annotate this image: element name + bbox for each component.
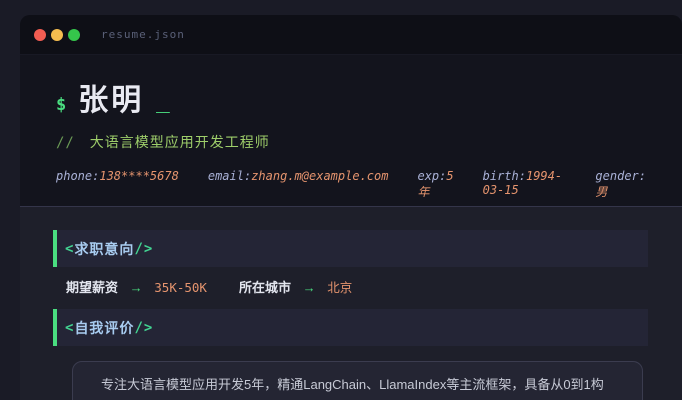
contact-item-exp: exp:5年: [417, 169, 453, 200]
intent-item-city: 所在城市 → 北京: [239, 277, 352, 296]
maximize-button[interactable]: [68, 29, 80, 41]
terminal-window: resume.json $ 张明 _ // 大语言模型应用开发工程师 phone…: [20, 15, 682, 400]
bracket-open: <: [65, 241, 74, 257]
intent-label: 期望薪资: [66, 280, 118, 295]
comment-prefix: //: [56, 135, 75, 151]
window-titlebar: resume.json: [20, 15, 682, 55]
name-row: $ 张明 _: [56, 75, 646, 119]
contact-label: birth:: [483, 169, 526, 183]
intent-item-salary: 期望薪资 → 35K-50K: [66, 277, 207, 296]
section-title-self-evaluation: 自我评价: [74, 318, 134, 338]
section-title-job-intent: 求职意向: [74, 239, 134, 259]
contact-label: gender:: [595, 169, 646, 183]
arrow-right-icon: →: [130, 280, 143, 295]
contact-item-gender: gender: 男: [595, 169, 646, 200]
contact-value: 男: [595, 185, 607, 199]
contact-info-row: phone:138****5678 email:zhang.m@example.…: [56, 169, 646, 200]
window-title: resume.json: [101, 28, 185, 41]
intent-value: 北京: [327, 280, 352, 295]
close-button[interactable]: [34, 29, 46, 41]
contact-item-email: email:zhang.m@example.com: [208, 169, 389, 200]
bracket-close: />: [134, 241, 153, 257]
self-evaluation-text: 专注大语言模型应用开发5年，精通LangChain、LlamaIndex等主流框…: [101, 372, 614, 400]
page-background: resume.json $ 张明 _ // 大语言模型应用开发工程师 phone…: [0, 0, 682, 400]
arrow-right-icon: →: [303, 280, 316, 295]
self-evaluation-card: 专注大语言模型应用开发5年，精通LangChain、LlamaIndex等主流框…: [72, 361, 643, 400]
candidate-name: 张明: [78, 75, 144, 119]
role-row: // 大语言模型应用开发工程师: [56, 132, 646, 152]
contact-label: email:: [208, 169, 251, 183]
resume-header: $ 张明 _ // 大语言模型应用开发工程师 phone:138****5678…: [20, 55, 682, 207]
resume-main: < 求职意向 /> 期望薪资 → 35K-50K 所在城市 → 北京 < 自我评…: [20, 207, 682, 400]
intent-label: 所在城市: [239, 280, 291, 295]
contact-item-phone: phone:138****5678: [56, 169, 179, 200]
section-header-job-intent: < 求职意向 />: [53, 230, 648, 267]
bracket-close: />: [134, 320, 153, 336]
terminal-cursor: _: [156, 89, 169, 117]
job-intent-row: 期望薪资 → 35K-50K 所在城市 → 北京: [66, 277, 643, 295]
contact-item-birth: birth:1994-03-15: [483, 169, 567, 200]
contact-label: exp:: [417, 169, 446, 183]
contact-value: zhang.m@example.com: [251, 169, 388, 183]
minimize-button[interactable]: [51, 29, 63, 41]
shell-prompt: $: [56, 95, 66, 115]
contact-label: phone:: [56, 169, 99, 183]
bracket-open: <: [65, 320, 74, 336]
contact-value: 138****5678: [99, 169, 178, 183]
intent-value: 35K-50K: [154, 280, 207, 295]
section-header-self-evaluation: < 自我评价 />: [53, 309, 648, 346]
candidate-role: 大语言模型应用开发工程师: [90, 134, 270, 150]
